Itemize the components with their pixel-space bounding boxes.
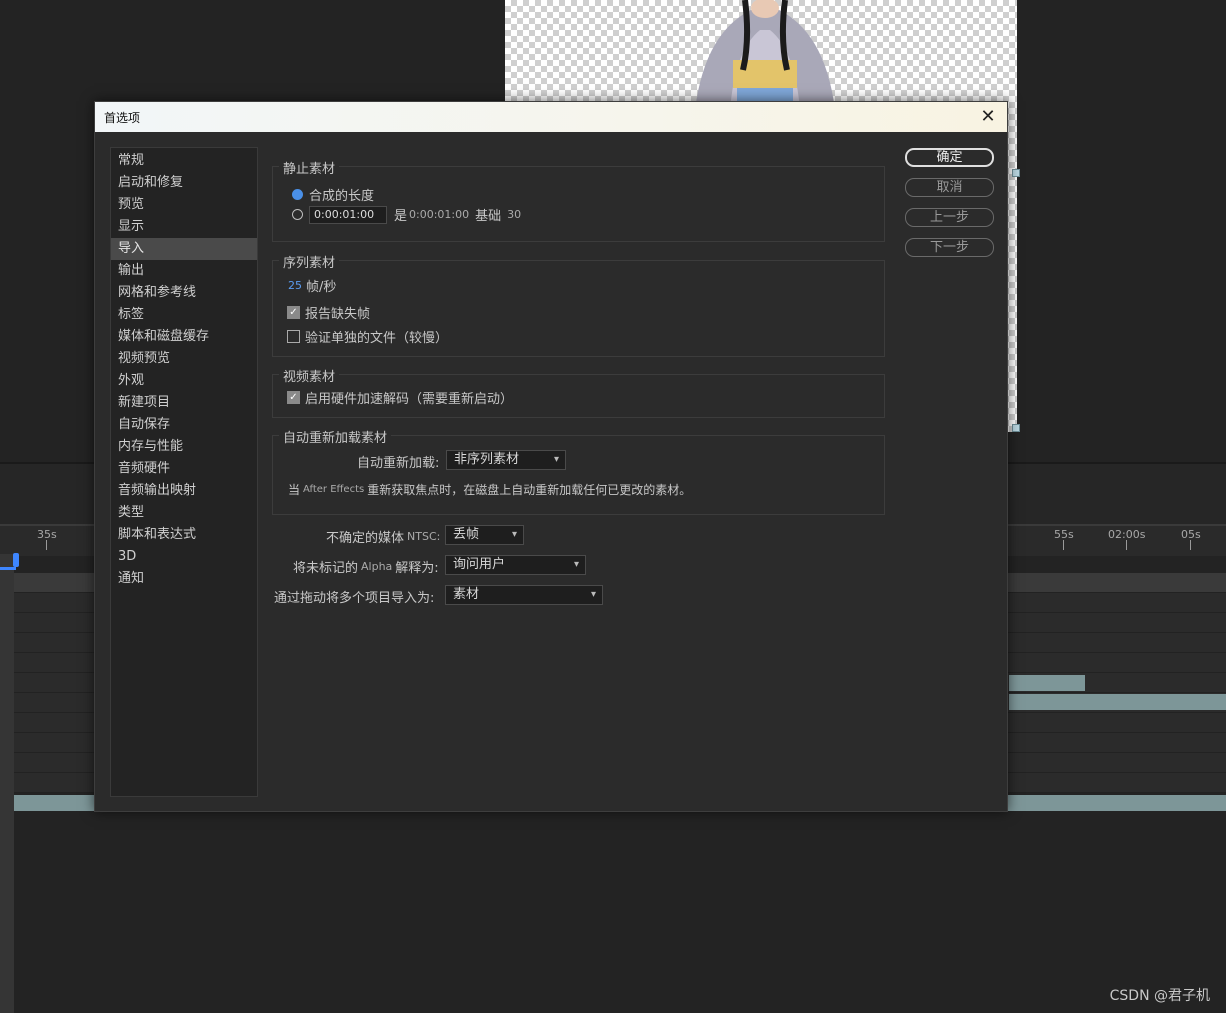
dialog-titlebar[interactable]: 首选项 ✕ [95,102,1007,132]
sequence-footage-group: 序列素材 25 帧/秒 ✓ 报告缺失帧 验证单独的文件（较慢） [272,252,885,357]
group-title-still-footage: 静止素材 [279,158,340,177]
sidebar-item-import[interactable]: 导入 [111,238,257,260]
preferences-category-list: 常规 启动和修复 预览 显示 导入 输出 网格和参考线 标签 媒体和磁盘缓存 视… [110,147,258,797]
drag-import-label: 通过拖动将多个项目导入为: [274,591,435,606]
ntsc-label-tag: NTSC: [407,530,441,543]
alpha-select-value: 询问用户 [453,557,506,572]
hw-decode-checkbox[interactable]: ✓ [287,391,300,404]
verify-files-checkbox[interactable] [287,330,300,343]
sidebar-item-type[interactable]: 类型 [111,502,257,524]
hw-decode-row[interactable]: ✓ 启用硬件加速解码（需要重新启动） [287,388,513,407]
ok-button[interactable]: 确定 [905,148,994,167]
video-footage-group: 视频素材 ✓ 启用硬件加速解码（需要重新启动） [272,366,885,418]
previous-button[interactable]: 上一步 [905,208,994,227]
chevron-down-icon: ▾ [553,454,559,465]
alpha-label-suffix: 解释为: [395,561,439,576]
chevron-down-icon: ▾ [511,529,517,540]
layer-clip-bar[interactable] [1009,675,1085,691]
sidebar-item-labels[interactable]: 标签 [111,304,257,326]
fps-value[interactable]: 25 [288,279,302,292]
sidebar-item-new-project[interactable]: 新建项目 [111,392,257,414]
sidebar-item-3d[interactable]: 3D [111,546,257,568]
is-label: 是 [394,209,408,224]
sidebar-item-memory-performance[interactable]: 内存与性能 [111,436,257,458]
sidebar-item-audio-hardware[interactable]: 音频硬件 [111,458,257,480]
drag-import-select[interactable]: 素材 ▾ [445,585,603,605]
watermark: CSDN @君子机 [1109,988,1210,1004]
sidebar-item-display[interactable]: 显示 [111,216,257,238]
layer-clip-bar[interactable] [1009,694,1226,710]
auto-reload-note-app: After Effects [303,484,365,495]
sidebar-item-startup-repair[interactable]: 启动和修复 [111,172,257,194]
alpha-label-prefix: 将未标记的 [293,561,359,576]
ntsc-label: 不确定的媒体 NTSC: [326,527,440,546]
sidebar-item-auto-save[interactable]: 自动保存 [111,414,257,436]
auto-reload-note: 当 After Effects 重新获取焦点时，在磁盘上自动重新加载任何已更改的… [288,481,691,498]
duration-input[interactable]: 0:00:01:00 [309,205,387,224]
fps-row[interactable]: 25 帧/秒 [288,276,336,295]
radio-custom-duration[interactable] [292,209,303,220]
ntsc-label-prefix: 不确定的媒体 [326,531,405,546]
base-value: 30 [507,208,522,221]
alpha-label-tag: Alpha [361,560,393,573]
radio-comp-length[interactable] [292,189,303,200]
ntsc-select[interactable]: 丢帧 ▾ [445,525,524,545]
ruler-tick [1063,540,1064,550]
ruler-tick [46,540,47,550]
sidebar-item-audio-output-mapping[interactable]: 音频输出映射 [111,480,257,502]
sidebar-item-general[interactable]: 常规 [111,150,257,172]
auto-reload-group: 自动重新加载素材 自动重新加载: 非序列素材 ▾ 当 After Effects… [272,427,885,515]
current-time-indicator [0,567,16,570]
auto-reload-note-prefix: 当 [288,483,301,497]
report-missing-frames-label: 报告缺失帧 [305,307,371,322]
auto-reload-select[interactable]: 非序列素材 ▾ [446,450,566,470]
fps-unit: 帧/秒 [306,280,337,295]
drag-import-select-value: 素材 [453,587,480,602]
auto-reload-label: 自动重新加载: [357,456,440,471]
character-figure-image [695,0,835,110]
still-footage-group: 静止素材 合成的长度 0:00:01:00 是 0:00:01:00 基础 30 [272,158,885,242]
hw-decode-label: 启用硬件加速解码（需要重新启动） [305,392,514,407]
sidebar-item-scripting[interactable]: 脚本和表达式 [111,524,257,546]
radio-comp-length-label: 合成的长度 [309,189,375,204]
verify-files-label: 验证单独的文件（较慢） [305,331,449,346]
sidebar-item-appearance[interactable]: 外观 [111,370,257,392]
playhead-marker[interactable] [13,553,19,567]
cancel-button[interactable]: 取消 [905,178,994,197]
chevron-down-icon: ▾ [590,589,596,600]
report-missing-frames-checkbox[interactable]: ✓ [287,306,300,319]
radio-row-custom-duration[interactable]: 0:00:01:00 是 0:00:01:00 基础 30 [292,205,521,224]
alpha-select[interactable]: 询问用户 ▾ [445,555,586,575]
next-button[interactable]: 下一步 [905,238,994,257]
ruler-tick [1126,540,1127,550]
ruler-tick [1190,540,1191,550]
radio-row-comp-length[interactable]: 合成的长度 [292,185,374,204]
alpha-label: 将未标记的 Alpha 解释为: [293,557,439,576]
verify-files-row[interactable]: 验证单独的文件（较慢） [287,327,448,346]
sidebar-item-video-preview[interactable]: 视频预览 [111,348,257,370]
group-title-sequence-footage: 序列素材 [279,252,340,271]
ntsc-select-value: 丢帧 [453,527,480,542]
sidebar-item-notifications[interactable]: 通知 [111,568,257,590]
auto-reload-select-value: 非序列素材 [454,452,520,467]
group-title-auto-reload: 自动重新加载素材 [279,427,392,446]
close-icon[interactable]: ✕ [977,106,999,128]
sidebar-item-previews[interactable]: 预览 [111,194,257,216]
dialog-title: 首选项 [104,111,141,125]
is-value: 0:00:01:00 [409,208,470,221]
sidebar-item-output[interactable]: 输出 [111,260,257,282]
base-label: 基础 [475,209,502,224]
report-missing-frames-row[interactable]: ✓ 报告缺失帧 [287,303,370,322]
group-title-video-footage: 视频素材 [279,366,340,385]
auto-reload-note-suffix: 重新获取焦点时，在磁盘上自动重新加载任何已更改的素材。 [367,483,692,497]
canvas-resize-handle[interactable] [1012,169,1020,177]
timeline-left-column [0,554,14,1013]
sidebar-item-media-cache[interactable]: 媒体和磁盘缓存 [111,326,257,348]
sidebar-item-grids-guides[interactable]: 网格和参考线 [111,282,257,304]
preferences-dialog: 首选项 ✕ 常规 启动和修复 预览 显示 导入 输出 网格和参考线 标签 媒体和… [94,101,1008,812]
canvas-resize-handle[interactable] [1012,424,1020,432]
chevron-down-icon: ▾ [573,559,579,570]
